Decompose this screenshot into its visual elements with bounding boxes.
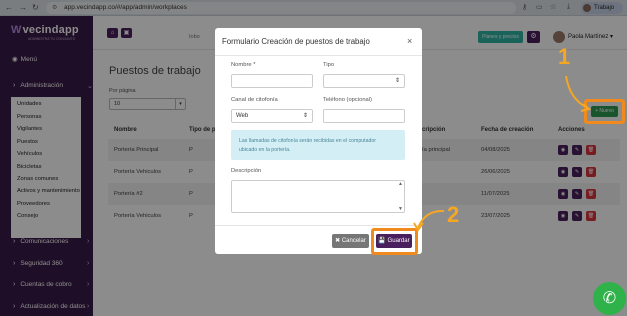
arrow-to-new-button xyxy=(565,75,589,109)
whatsapp-phone-icon[interactable]: ✆ xyxy=(593,282,626,315)
annotation-arrows xyxy=(413,75,592,232)
